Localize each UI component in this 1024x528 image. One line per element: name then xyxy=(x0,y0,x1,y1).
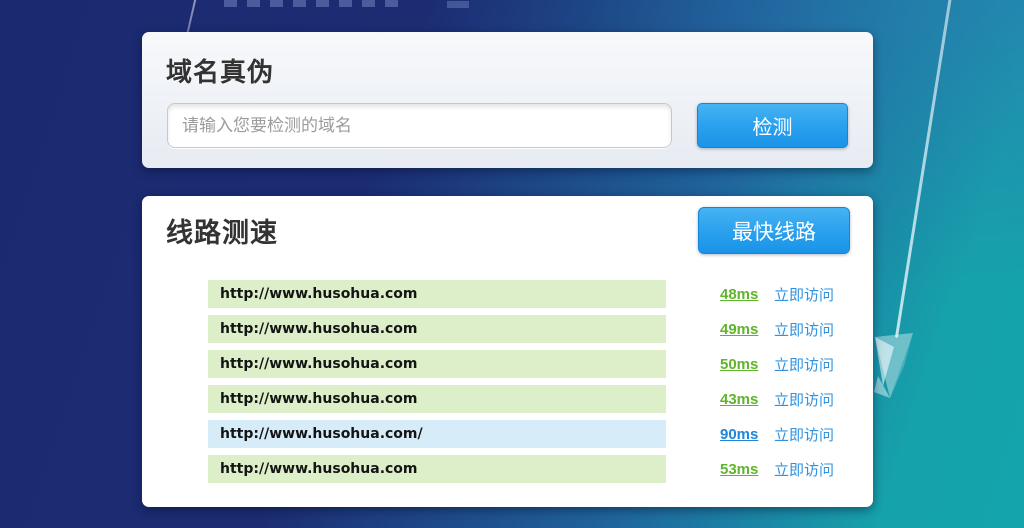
visit-now-link[interactable]: 立即访问 xyxy=(774,284,834,305)
domain-check-card: 域名真伪 检测 xyxy=(142,32,873,168)
url-text: http://www.husohua.com/ xyxy=(220,426,423,442)
speed-test-rows: http://www.husohua.com 48ms 立即访问 http://… xyxy=(208,280,834,490)
url-bar: http://www.husohua.com xyxy=(208,455,666,483)
url-bar: http://www.husohua.com xyxy=(208,280,666,308)
visit-now-link[interactable]: 立即访问 xyxy=(774,424,834,445)
speed-test-title: 线路测速 xyxy=(166,211,278,250)
speed-test-row: http://www.husohua.com 43ms 立即访问 xyxy=(208,385,834,413)
latency-link[interactable]: 43ms xyxy=(720,391,768,408)
clipped-top-text-decoration xyxy=(224,0,406,7)
visit-now-link[interactable]: 立即访问 xyxy=(774,459,834,480)
speed-test-row: http://www.husohua.com 49ms 立即访问 xyxy=(208,315,834,343)
arrow-line-decoration xyxy=(895,0,953,338)
url-text: http://www.husohua.com xyxy=(220,461,418,477)
domain-input[interactable] xyxy=(167,103,672,148)
page-background: 域名真伪 检测 线路测速 最快线路 http://www.husohua.com… xyxy=(0,0,1024,528)
speed-test-row: http://www.husohua.com/ 90ms 立即访问 xyxy=(208,420,834,448)
url-bar: http://www.husohua.com xyxy=(208,385,666,413)
url-bar: http://www.husohua.com xyxy=(208,350,666,378)
visit-now-link[interactable]: 立即访问 xyxy=(774,319,834,340)
url-text: http://www.husohua.com xyxy=(220,321,418,337)
latency-link[interactable]: 53ms xyxy=(720,461,768,478)
speed-test-row: http://www.husohua.com 53ms 立即访问 xyxy=(208,455,834,483)
url-text: http://www.husohua.com xyxy=(220,286,418,302)
visit-now-link[interactable]: 立即访问 xyxy=(774,389,834,410)
speed-test-row: http://www.husohua.com 50ms 立即访问 xyxy=(208,350,834,378)
url-text: http://www.husohua.com xyxy=(220,391,418,407)
url-bar: http://www.husohua.com/ xyxy=(208,420,666,448)
latency-link[interactable]: 50ms xyxy=(720,356,768,373)
latency-link[interactable]: 48ms xyxy=(720,286,768,303)
clipped-top-text-decoration xyxy=(447,1,469,8)
arrow-head-decoration xyxy=(866,324,920,410)
speed-test-row: http://www.husohua.com 48ms 立即访问 xyxy=(208,280,834,308)
fastest-line-button[interactable]: 最快线路 xyxy=(698,207,850,254)
domain-check-title: 域名真伪 xyxy=(166,52,274,89)
url-text: http://www.husohua.com xyxy=(220,356,418,372)
url-bar: http://www.husohua.com xyxy=(208,315,666,343)
latency-link[interactable]: 90ms xyxy=(720,426,768,443)
speed-test-card: 线路测速 最快线路 http://www.husohua.com 48ms 立即… xyxy=(142,196,873,507)
check-button[interactable]: 检测 xyxy=(697,103,848,148)
latency-link[interactable]: 49ms xyxy=(720,321,768,338)
visit-now-link[interactable]: 立即访问 xyxy=(774,354,834,375)
